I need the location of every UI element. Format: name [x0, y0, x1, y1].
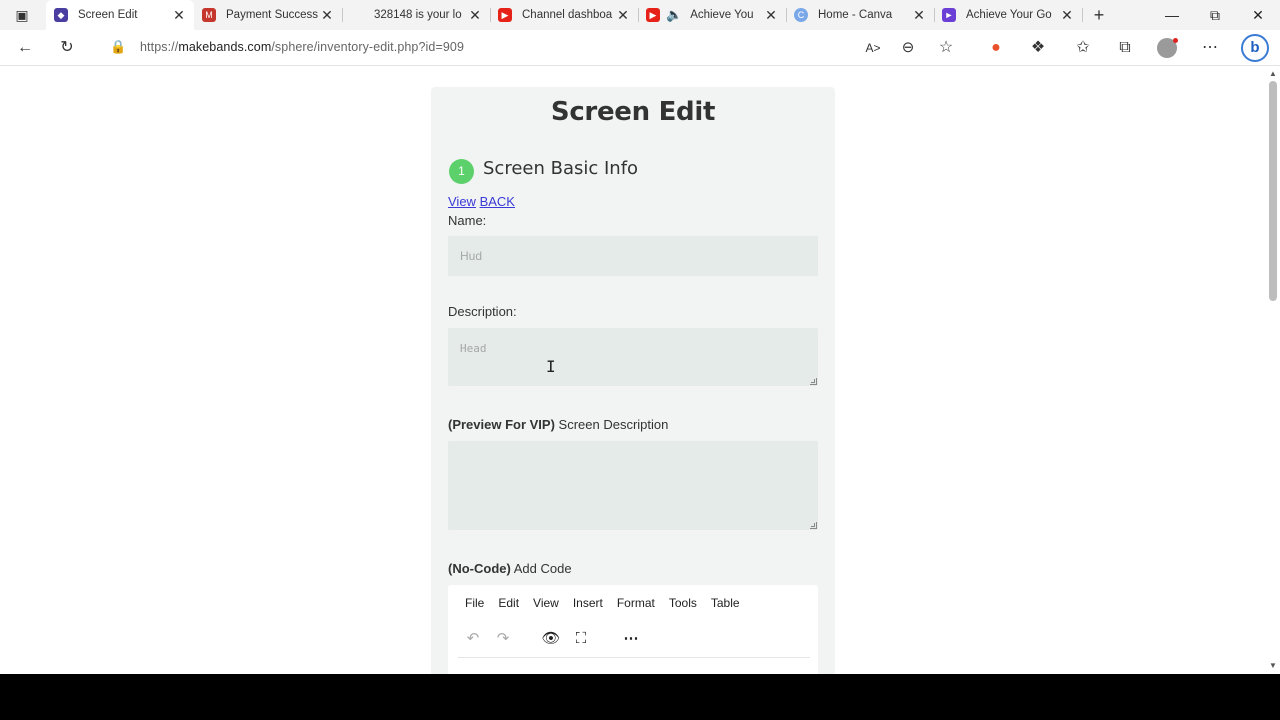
- close-icon[interactable]: ✕: [320, 7, 334, 24]
- more-options-icon[interactable]: ⋯: [1197, 36, 1223, 60]
- notification-dot: [1173, 38, 1178, 43]
- description-textarea[interactable]: Head: [448, 328, 818, 386]
- address-bar[interactable]: 🔒 https://makebands.com/sphere/inventory…: [96, 34, 966, 62]
- name-label: Name:: [448, 213, 487, 228]
- preview-eye-icon[interactable]: 👁: [541, 629, 561, 649]
- tab-channel-dashboard[interactable]: ▶ Channel dashboa ✕: [490, 0, 639, 30]
- menu-view[interactable]: View: [533, 596, 559, 610]
- scroll-thumb[interactable]: [1269, 81, 1277, 301]
- url-text[interactable]: https://makebands.com/sphere/inventory-e…: [140, 40, 464, 54]
- editor-divider: [458, 657, 810, 658]
- youtube-icon: ▶: [498, 8, 512, 22]
- close-icon[interactable]: ✕: [1060, 7, 1074, 24]
- resize-handle[interactable]: [810, 378, 817, 385]
- nav-links: View BACK: [448, 194, 515, 209]
- more-tools-icon[interactable]: ⋯: [621, 629, 641, 649]
- page-title: Screen Edit: [550, 97, 716, 127]
- tab-divider: [1082, 8, 1083, 22]
- tab-achieve-your-youtube[interactable]: ▶ 🔈 Achieve You ✕: [638, 0, 787, 30]
- tab-actions-icon[interactable]: ▣: [8, 5, 36, 25]
- tab-title: Achieve Your Go: [966, 9, 1052, 21]
- speaker-icon[interactable]: 🔈: [666, 7, 682, 23]
- tab-title: Achieve You: [690, 9, 754, 21]
- extension-icon[interactable]: ●: [983, 36, 1009, 60]
- fullscreen-icon[interactable]: ⛶: [571, 629, 591, 649]
- new-tab-plus-icon[interactable]: +: [1088, 4, 1110, 26]
- youtube-icon: ▶: [646, 8, 660, 22]
- bing-icon[interactable]: b: [1241, 34, 1269, 62]
- extensions-puzzle-icon[interactable]: ❖: [1025, 36, 1051, 60]
- tab-achieve-your-goals[interactable]: ► Achieve Your Go ✕: [934, 0, 1083, 30]
- editor-toolbar: ↶ ↷ 👁 ⛶ ⋯: [463, 629, 813, 651]
- menu-format[interactable]: Format: [617, 596, 655, 610]
- edit-card: Screen Edit 1 Screen Basic Info View BAC…: [431, 87, 835, 674]
- tab-verification-code[interactable]: 328148 is your lo ✕: [342, 0, 491, 30]
- menu-edit[interactable]: Edit: [498, 596, 519, 610]
- browser-window: ▣ ◆ Screen Edit ✕ M Payment Success ✕ 32…: [0, 0, 1280, 674]
- close-icon[interactable]: ✕: [912, 7, 926, 24]
- screen-description-textarea[interactable]: [448, 441, 818, 530]
- back-arrow-icon[interactable]: ←: [12, 36, 38, 60]
- scroll-up-icon[interactable]: ▲: [1269, 69, 1277, 78]
- redo-icon[interactable]: ↷: [493, 629, 513, 649]
- canva-icon: C: [794, 8, 808, 22]
- description-label: Description:: [448, 304, 517, 319]
- tab-home-canva[interactable]: C Home - Canva ✕: [786, 0, 935, 30]
- collections-icon[interactable]: ⧉: [1112, 36, 1138, 60]
- menu-tools[interactable]: Tools: [669, 596, 697, 610]
- tab-title: 328148 is your lo: [374, 9, 462, 21]
- page-scrollbar[interactable]: ▲ ▼: [1266, 67, 1280, 674]
- code-editor[interactable]: File Edit View Insert Format Tools Table…: [448, 585, 818, 674]
- lock-icon[interactable]: 🔒: [110, 39, 126, 55]
- menu-insert[interactable]: Insert: [573, 596, 603, 610]
- undo-icon[interactable]: ↶: [463, 629, 483, 649]
- name-placeholder: Hud: [460, 249, 483, 263]
- menu-file[interactable]: File: [465, 596, 484, 610]
- restore-icon[interactable]: ⧉: [1193, 0, 1237, 30]
- close-icon[interactable]: ✕: [172, 7, 186, 24]
- zoom-out-icon[interactable]: ⊖: [895, 36, 921, 60]
- tab-title: Home - Canva: [818, 9, 893, 21]
- site-favicon-icon: ◆: [54, 8, 68, 22]
- gmail-icon: M: [202, 8, 216, 22]
- tab-title: Payment Success: [226, 9, 319, 21]
- video-icon: ►: [942, 8, 956, 22]
- tab-title: Channel dashboa: [522, 9, 613, 21]
- blank-favicon-icon: [350, 8, 364, 22]
- code-label: (No-Code) Add Code: [448, 561, 572, 576]
- view-link[interactable]: View: [448, 194, 476, 209]
- favorite-star-icon[interactable]: ☆: [933, 36, 959, 60]
- close-icon[interactable]: ✕: [468, 7, 482, 24]
- close-icon[interactable]: ✕: [616, 7, 630, 24]
- description-placeholder: Head: [460, 342, 487, 355]
- resize-handle[interactable]: [810, 522, 817, 529]
- tab-screen-edit[interactable]: ◆ Screen Edit ✕: [46, 0, 194, 30]
- scroll-down-icon[interactable]: ▼: [1269, 661, 1277, 670]
- text-cursor-icon: I: [546, 357, 556, 376]
- page-content: Screen Edit 1 Screen Basic Info View BAC…: [0, 67, 1266, 674]
- step-badge: 1: [449, 159, 474, 184]
- editor-menubar: File Edit View Insert Format Tools Table: [465, 596, 740, 610]
- minimize-icon[interactable]: —: [1150, 0, 1194, 30]
- name-input[interactable]: Hud: [448, 236, 818, 276]
- tab-title: Screen Edit: [78, 9, 138, 21]
- section-title: Screen Basic Info: [483, 158, 639, 179]
- tab-payment-success[interactable]: M Payment Success ✕: [194, 0, 343, 30]
- browser-toolbar: ← ↻ 🔒 https://makebands.com/sphere/inven…: [0, 30, 1280, 66]
- menu-table[interactable]: Table: [711, 596, 740, 610]
- tab-strip: ▣ ◆ Screen Edit ✕ M Payment Success ✕ 32…: [0, 0, 1280, 30]
- refresh-icon[interactable]: ↻: [54, 36, 80, 60]
- back-link[interactable]: BACK: [480, 194, 515, 209]
- preview-label: (Preview For VIP) Screen Description: [448, 417, 669, 432]
- close-icon[interactable]: ✕: [764, 7, 778, 24]
- window-close-icon[interactable]: ✕: [1236, 0, 1280, 30]
- favorites-icon[interactable]: ✩: [1070, 36, 1096, 60]
- read-aloud-icon[interactable]: A˃: [860, 36, 886, 60]
